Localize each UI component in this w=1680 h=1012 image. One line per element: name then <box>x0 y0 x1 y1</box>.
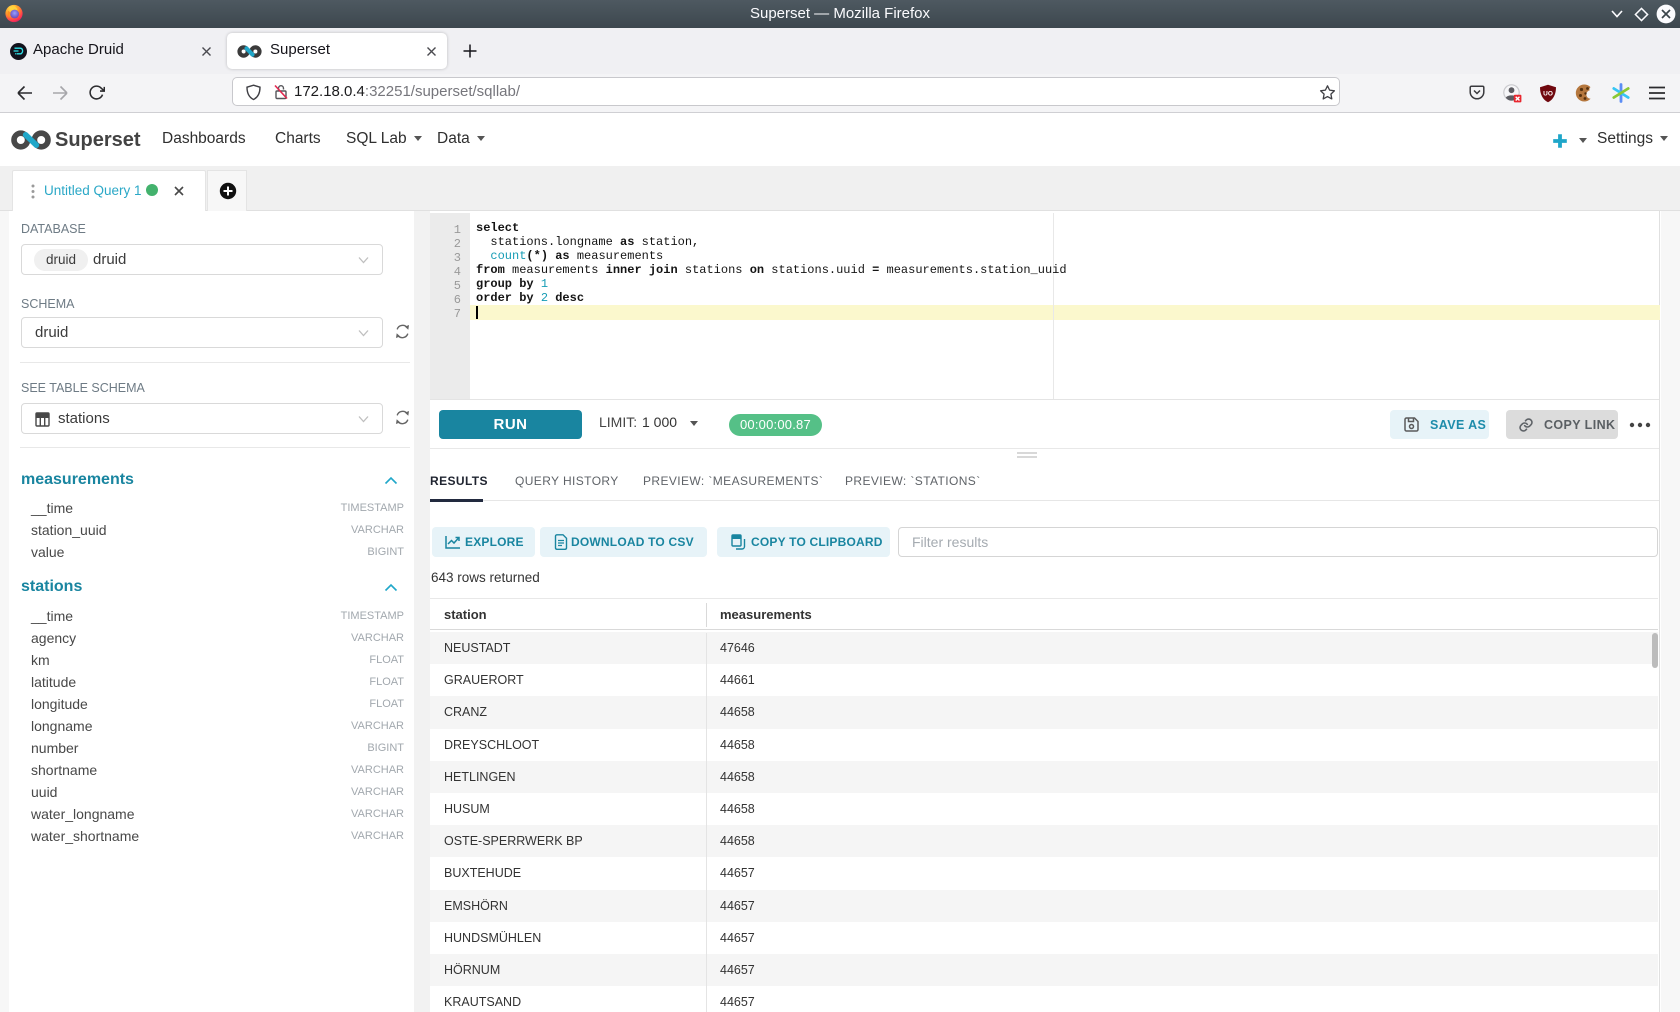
svg-text:UO: UO <box>1543 91 1553 98</box>
